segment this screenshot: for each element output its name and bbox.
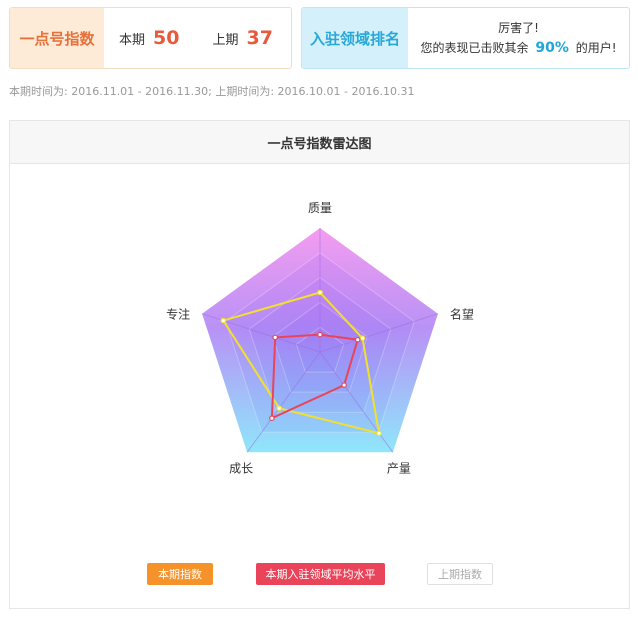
previous-index-value: 37 [246,27,273,49]
rank-summary: 您的表现已击败其余 90% 的用户! [421,38,617,58]
current-index-value: 50 [153,27,180,49]
index-card: 一点号指数 本期 50 上期 37 [9,7,292,69]
rank-card-label: 入驻领域排名 [302,8,408,68]
radar-axis-label: 名望 [450,307,474,322]
previous-index: 上期 37 [212,27,272,49]
current-index: 本期 50 [119,27,179,49]
radar-point [354,336,361,343]
rank-percent: 90% [535,40,569,56]
radar-axis-label: 产量 [387,461,411,475]
period-info: 本期时间为: 2016.11.01 - 2016.11.30; 上期时间为: 2… [9,85,415,98]
index-card-label: 一点号指数 [10,8,104,68]
radar-point [359,335,366,342]
radar-point [272,334,279,341]
radar-point [220,317,227,324]
rank-summary-suffix: 的用户! [575,41,617,55]
radar-point [269,415,275,422]
radar-axis-label: 质量 [308,201,332,215]
legend-domain-average[interactable]: 本期入驻领域平均水平 [256,563,385,585]
radar-chart: 质量名望产量 成长 专注 [166,201,474,475]
radar-axis-label: 成长 [229,461,253,475]
radar-point [317,331,323,338]
previous-index-label: 上期 [212,32,239,48]
radar-point [276,405,283,412]
radar-point [341,382,347,388]
current-index-label: 本期 [119,32,146,48]
legend-previous-index[interactable]: 上期指数 [427,563,493,585]
index-card-body: 本期 50 上期 37 [104,8,291,68]
rank-praise: 厉害了! [498,21,539,35]
radar-point [317,289,323,296]
rank-card: 入驻领域排名 厉害了! 您的表现已击败其余 90% 的用户! [301,7,630,69]
radar-point [376,430,382,437]
legend-current-index[interactable]: 本期指数 [147,563,213,585]
rank-summary-prefix: 您的表现已击败其余 [420,41,529,55]
radar-panel: 一点号指数雷达图 质量 名望 产量 成长 专注 本期指数 本期入驻领域平均水平 上期指数 [9,120,630,609]
rank-card-body: 厉害了! 您的表现已击败其余 90% 的用户! [408,8,629,68]
radar-axis-label: 专注 [166,307,190,322]
